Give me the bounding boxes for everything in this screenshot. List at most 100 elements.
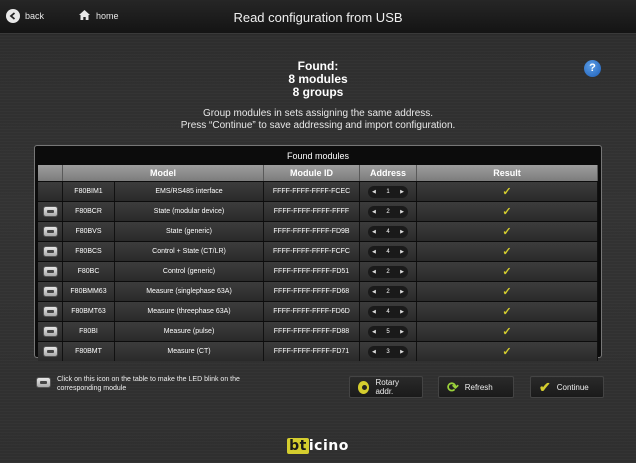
- address-increment-icon[interactable]: ▶: [400, 349, 404, 355]
- led-cell: [38, 262, 63, 281]
- table-row: F80BC Control (generic) FFFF-FFFF-FFFF-FD5…: [38, 262, 598, 281]
- model-description: Measure (CT): [115, 342, 264, 361]
- model-description: Control (generic): [115, 262, 264, 281]
- address-value: 4: [386, 228, 390, 235]
- address-value: 2: [386, 208, 390, 215]
- address-stepper: ◀ 3 ▶: [368, 345, 408, 358]
- address-decrement-icon[interactable]: ◀: [372, 309, 376, 315]
- led-blink-icon[interactable]: [42, 226, 58, 237]
- table-row: F80BMM63 Measure (singlephase 63A) FFFF-FF…: [38, 282, 598, 301]
- table-title: Found modules: [286, 151, 350, 161]
- led-blink-icon[interactable]: [42, 346, 58, 357]
- model-code: F80BMM63: [63, 282, 115, 301]
- address-stepper: ◀ 4 ▶: [368, 305, 408, 318]
- table-row: F80BIM1 EMS/RS485 interface FFFF-FFFF-FFFF…: [38, 182, 598, 201]
- rotary-icon: [358, 380, 370, 394]
- legend: Click on this icon on the table to make …: [36, 375, 286, 393]
- led-blink-icon[interactable]: [42, 326, 58, 337]
- refresh-icon: ⟳: [447, 379, 459, 395]
- model-description: State (modular device): [115, 202, 264, 221]
- result-check-icon: ✓: [417, 302, 598, 321]
- address-value: 2: [386, 288, 390, 295]
- result-check-icon: ✓: [417, 222, 598, 241]
- model-code: F80BC: [63, 262, 115, 281]
- address-cell: ◀ 2 ▶: [360, 282, 417, 301]
- module-id: FFFF-FFFF-FFFF-FD6D: [264, 302, 360, 321]
- address-decrement-icon[interactable]: ◀: [372, 249, 376, 255]
- result-check-icon: ✓: [417, 202, 598, 221]
- address-cell: ◀ 4 ▶: [360, 222, 417, 241]
- address-cell: ◀ 1 ▶: [360, 182, 417, 201]
- address-decrement-icon[interactable]: ◀: [372, 229, 376, 235]
- address-cell: ◀ 4 ▶: [360, 302, 417, 321]
- module-id: FFFF-FFFF-FFFF-FCFC: [264, 242, 360, 261]
- module-id: FFFF-FFFF-FFFF-FD51: [264, 262, 360, 281]
- address-decrement-icon[interactable]: ◀: [372, 329, 376, 335]
- led-blink-icon[interactable]: [42, 246, 58, 257]
- result-check-icon: ✓: [417, 242, 598, 261]
- model-description: Measure (pulse): [115, 322, 264, 341]
- module-id: FFFF-FFFF-FFFF-FD71: [264, 342, 360, 361]
- address-decrement-icon[interactable]: ◀: [372, 209, 376, 215]
- address-increment-icon[interactable]: ▶: [400, 189, 404, 195]
- led-cell: [38, 282, 63, 301]
- led-blink-icon: [36, 377, 51, 388]
- table-row: F80BCR State (modular device) FFFF-FFFF-FF…: [38, 202, 598, 221]
- module-id: FFFF-FFFF-FFFF-FD9B: [264, 222, 360, 241]
- led-blink-icon[interactable]: [42, 286, 58, 297]
- model-description: EMS/RS485 interface: [115, 182, 264, 201]
- led-blink-icon[interactable]: [42, 266, 58, 277]
- address-increment-icon[interactable]: ▶: [400, 309, 404, 315]
- module-id: FFFF-FFFF-FFFF-FCEC: [264, 182, 360, 201]
- address-decrement-icon[interactable]: ◀: [372, 289, 376, 295]
- result-check-icon: ✓: [417, 182, 598, 201]
- instruction-line-2: Press “Continue” to save addressing and …: [180, 120, 456, 131]
- column-header-address: Address: [360, 165, 417, 181]
- led-blink-icon[interactable]: [42, 306, 58, 317]
- bticino-logo: bt icino: [287, 438, 349, 454]
- model-code: F80BVS: [63, 222, 115, 241]
- found-summary: Found: 8 modules 8 groups: [0, 60, 636, 99]
- model-description: State (generic): [115, 222, 264, 241]
- model-code: F80BI: [63, 322, 115, 341]
- address-increment-icon[interactable]: ▶: [400, 269, 404, 275]
- address-stepper: ◀ 2 ▶: [368, 285, 408, 298]
- model-description: Measure (threephase 63A): [115, 302, 264, 321]
- address-increment-icon[interactable]: ▶: [400, 229, 404, 235]
- refresh-button[interactable]: ⟳ Refresh: [438, 376, 514, 398]
- model-code: F80BMT63: [63, 302, 115, 321]
- led-cell: [38, 182, 63, 201]
- model-description: Control + State (CT/LR): [115, 242, 264, 261]
- table-header-row: Model Module ID Address Result: [38, 165, 598, 181]
- led-cell: [38, 242, 63, 261]
- rotary-addr-button[interactable]: Rotary addr.: [349, 376, 423, 398]
- address-increment-icon[interactable]: ▶: [400, 329, 404, 335]
- address-value: 4: [386, 308, 390, 315]
- led-cell: [38, 322, 63, 341]
- address-increment-icon[interactable]: ▶: [400, 249, 404, 255]
- continue-label: Continue: [556, 382, 589, 392]
- table-row: F80BVS State (generic) FFFF-FFFF-FFFF-FD9B…: [38, 222, 598, 241]
- result-check-icon: ✓: [417, 262, 598, 281]
- led-blink-icon[interactable]: [42, 206, 58, 217]
- address-cell: ◀ 5 ▶: [360, 322, 417, 341]
- instructions: Group modules in sets assigning the same…: [0, 108, 636, 132]
- address-value: 2: [386, 268, 390, 275]
- address-value: 4: [386, 248, 390, 255]
- address-increment-icon[interactable]: ▶: [400, 209, 404, 215]
- address-decrement-icon[interactable]: ◀: [372, 269, 376, 275]
- help-button[interactable]: ?: [584, 60, 601, 77]
- address-cell: ◀ 4 ▶: [360, 242, 417, 261]
- continue-button[interactable]: ✔ Continue: [530, 376, 604, 398]
- column-header-icon: [38, 165, 63, 181]
- address-value: 1: [386, 188, 390, 195]
- address-stepper: ◀ 2 ▶: [368, 205, 408, 218]
- address-decrement-icon[interactable]: ◀: [372, 349, 376, 355]
- found-modules-panel: Found modules Model Module ID Address Re…: [34, 145, 602, 361]
- address-stepper: ◀ 5 ▶: [368, 325, 408, 338]
- module-id: FFFF-FFFF-FFFF-FD68: [264, 282, 360, 301]
- address-decrement-icon[interactable]: ◀: [372, 189, 376, 195]
- address-stepper: ◀ 4 ▶: [368, 225, 408, 238]
- address-stepper: ◀ 1 ▶: [368, 185, 408, 198]
- address-increment-icon[interactable]: ▶: [400, 289, 404, 295]
